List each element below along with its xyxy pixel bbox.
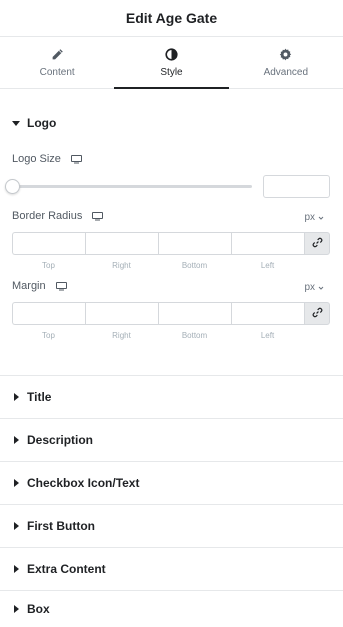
- caret-right-icon: [14, 522, 19, 530]
- link-icon: [312, 235, 323, 253]
- field-label-bottom: Bottom: [181, 331, 208, 340]
- caret-right-icon: [14, 436, 19, 444]
- field-label-bottom: Bottom: [181, 261, 208, 270]
- caret-right-icon: [14, 393, 19, 401]
- caret-right-icon: [14, 479, 19, 487]
- tab-advanced[interactable]: Advanced: [229, 37, 343, 88]
- caret-right-icon: [14, 565, 19, 573]
- margin-label: Margin: [12, 280, 67, 292]
- section-first-button-toggle[interactable]: First Button: [0, 505, 343, 548]
- section-title-toggle[interactable]: Title: [0, 376, 343, 419]
- logo-section-toggle[interactable]: Logo: [12, 116, 56, 130]
- field-label-right: Right: [112, 331, 131, 340]
- section-extra-content-toggle[interactable]: Extra Content: [0, 548, 343, 591]
- section-checkbox-label: Checkbox Icon/Text: [27, 476, 140, 490]
- logo-size-slider-handle[interactable]: [5, 179, 20, 194]
- tab-style[interactable]: Style: [114, 37, 229, 89]
- tab-content-label: Content: [39, 67, 75, 78]
- tab-bar: Content Style Advanced: [0, 37, 343, 89]
- margin-top-input[interactable]: [12, 302, 85, 325]
- border-radius-unit-select[interactable]: px: [304, 212, 324, 223]
- margin-field-labels: Top Right Bottom Left: [12, 331, 304, 340]
- border-radius-text: Border Radius: [12, 210, 83, 222]
- field-label-left: Left: [260, 261, 275, 270]
- caret-right-icon: [14, 605, 19, 613]
- margin-unit-select[interactable]: px: [304, 282, 324, 293]
- border-radius-bottom-input[interactable]: [158, 232, 231, 255]
- section-description-label: Description: [27, 433, 94, 447]
- panel-header: Edit Age Gate: [0, 0, 343, 37]
- border-radius-fields: [12, 232, 330, 255]
- field-label-left: Left: [260, 331, 275, 340]
- logo-size-label: Logo Size: [12, 153, 82, 165]
- tab-advanced-label: Advanced: [263, 67, 309, 78]
- section-checkbox-toggle[interactable]: Checkbox Icon/Text: [0, 462, 343, 505]
- margin-text: Margin: [12, 280, 46, 292]
- chevron-down-icon: [318, 215, 324, 221]
- border-radius-field-labels: Top Right Bottom Left: [12, 261, 304, 270]
- margin-unit: px: [304, 282, 315, 293]
- logo-section: Logo Logo Size Border Radius px Top Righ…: [0, 89, 343, 376]
- caret-down-icon: [12, 120, 20, 126]
- logo-section-title: Logo: [27, 116, 57, 130]
- section-box-label: Box: [27, 602, 50, 616]
- contrast-icon: [164, 47, 178, 61]
- gear-icon: [279, 47, 293, 61]
- border-radius-label: Border Radius: [12, 210, 104, 222]
- field-label-top: Top: [42, 261, 55, 270]
- border-radius-top-input[interactable]: [12, 232, 85, 255]
- desktop-icon[interactable]: [70, 154, 82, 164]
- link-values-button[interactable]: [304, 232, 330, 255]
- border-radius-left-input[interactable]: [231, 232, 304, 255]
- section-extra-content-label: Extra Content: [27, 562, 106, 576]
- section-box-toggle[interactable]: Box: [0, 591, 343, 627]
- border-radius-right-input[interactable]: [85, 232, 158, 255]
- logo-size-text: Logo Size: [12, 153, 61, 165]
- border-radius-unit: px: [304, 212, 315, 223]
- desktop-icon[interactable]: [92, 211, 104, 221]
- section-title-label: Title: [27, 390, 52, 404]
- link-icon: [312, 305, 323, 323]
- margin-fields: [12, 302, 330, 325]
- logo-size-input[interactable]: [263, 175, 330, 198]
- margin-right-input[interactable]: [85, 302, 158, 325]
- desktop-icon[interactable]: [55, 281, 67, 291]
- logo-size-slider-track[interactable]: [12, 185, 252, 188]
- tab-style-label: Style: [160, 67, 183, 78]
- field-label-top: Top: [42, 331, 55, 340]
- panel-title: Edit Age Gate: [125, 10, 218, 26]
- link-values-button[interactable]: [304, 302, 330, 325]
- chevron-down-icon: [318, 285, 324, 291]
- tab-content[interactable]: Content: [0, 37, 114, 88]
- margin-left-input[interactable]: [231, 302, 304, 325]
- pencil-icon: [50, 47, 64, 61]
- section-description-toggle[interactable]: Description: [0, 419, 343, 462]
- margin-bottom-input[interactable]: [158, 302, 231, 325]
- section-first-button-label: First Button: [27, 519, 95, 533]
- field-label-right: Right: [112, 261, 131, 270]
